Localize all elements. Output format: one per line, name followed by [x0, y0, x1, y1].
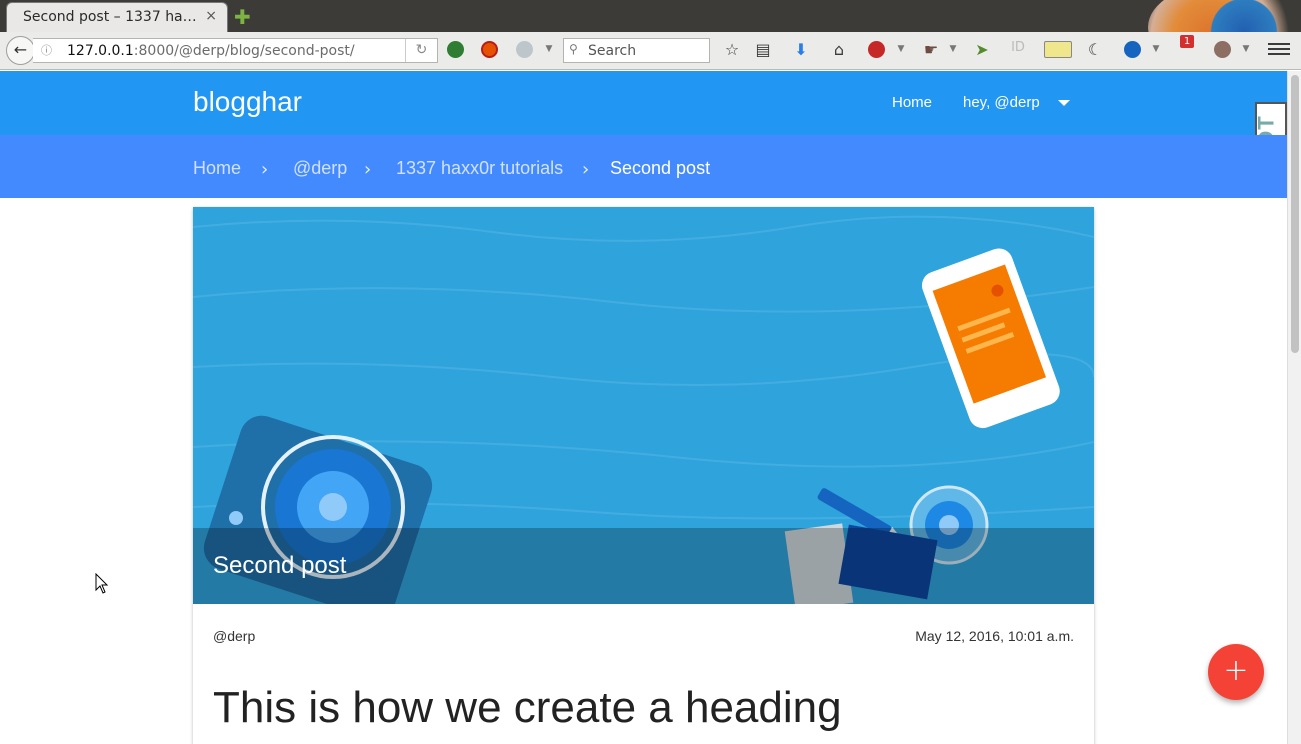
- extension-green-icon[interactable]: [447, 41, 464, 58]
- brand-logo[interactable]: blogghar: [193, 86, 302, 118]
- post-heading: This is how we create a heading: [213, 683, 842, 732]
- browser-toolbar: ← ⓘ 127.0.0.1:8000/@derp/blog/second-pos…: [0, 32, 1301, 70]
- browser-tab[interactable]: Second post – 1337 haxx0r tutorials ×: [6, 2, 228, 32]
- breadcrumb-blog[interactable]: 1337 haxx0r tutorials: [396, 158, 563, 179]
- url-text: 127.0.0.1:8000/@derp/blog/second-post/: [67, 43, 355, 59]
- add-post-button[interactable]: +: [1208, 644, 1264, 700]
- search-bar[interactable]: ⚲ Search: [563, 38, 710, 63]
- downloads-icon[interactable]: ⬇: [791, 40, 811, 59]
- page-scrollbar[interactable]: [1287, 71, 1301, 744]
- reading-list-icon[interactable]: ▤: [753, 40, 773, 59]
- caret-down-icon[interactable]: [1058, 100, 1070, 106]
- breadcrumb-user[interactable]: @derp: [293, 158, 347, 179]
- scrollbar-thumb[interactable]: [1291, 75, 1299, 353]
- browser-tab-bar: Second post – 1337 haxx0r tutorials × ✚: [0, 0, 1301, 32]
- breadcrumb: Home › @derp › 1337 haxx0r tutorials › S…: [0, 135, 1287, 198]
- plus-icon: +: [1223, 653, 1249, 688]
- extension-blue-icon[interactable]: [1124, 41, 1141, 58]
- tab-close-icon[interactable]: ×: [205, 8, 217, 24]
- breadcrumb-current: Second post: [610, 158, 711, 178]
- post-title: Second post: [213, 552, 347, 579]
- post-hero-image: Second post: [193, 207, 1094, 604]
- post-card: Second post @derp May 12, 2016, 10:01 a.…: [193, 207, 1094, 744]
- monkey-icon[interactable]: [1214, 41, 1231, 58]
- notification-badge[interactable]: 1: [1180, 35, 1194, 48]
- extension-blue-dropdown-icon[interactable]: ▼: [1146, 44, 1166, 54]
- extension-dropdown-icon[interactable]: ▼: [539, 44, 559, 54]
- reload-icon[interactable]: ↻: [405, 39, 437, 62]
- back-arrow-icon: ←: [13, 40, 28, 59]
- extension-hand-icon[interactable]: ☛: [921, 40, 941, 59]
- adblock-dropdown-icon[interactable]: ▼: [891, 44, 911, 54]
- chevron-right-icon: ›: [364, 159, 372, 180]
- breadcrumb-home[interactable]: Home: [193, 158, 241, 179]
- extension-block-icon[interactable]: [481, 41, 498, 58]
- chevron-right-icon: ›: [261, 159, 269, 180]
- chevron-right-icon: ›: [582, 159, 590, 180]
- url-bar[interactable]: ⓘ 127.0.0.1:8000/@derp/blog/second-post/…: [33, 38, 438, 63]
- nav-home-link[interactable]: Home: [892, 94, 932, 111]
- id-icon[interactable]: ID: [1008, 40, 1028, 55]
- new-tab-icon[interactable]: ✚: [234, 5, 251, 29]
- post-author[interactable]: @derp: [213, 628, 255, 644]
- info-icon[interactable]: ⓘ: [41, 42, 52, 58]
- user-menu[interactable]: hey, @derp: [963, 94, 1040, 111]
- search-icon: ⚲: [569, 42, 578, 56]
- home-icon[interactable]: ⌂: [829, 40, 849, 59]
- extension-hand-dropdown-icon[interactable]: ▼: [943, 44, 963, 54]
- extension-gray-icon[interactable]: [516, 41, 533, 58]
- post-date: May 12, 2016, 10:01 a.m.: [915, 628, 1074, 644]
- night-mode-icon[interactable]: ☾: [1085, 40, 1105, 59]
- bookmark-star-icon[interactable]: ☆: [722, 40, 742, 59]
- monkey-dropdown-icon[interactable]: ▼: [1236, 44, 1256, 54]
- page-viewport: blogghar Home hey, @derp DjDT Home › @de…: [0, 71, 1287, 744]
- hero-title-overlay: Second post: [193, 528, 1094, 604]
- firefox-logo-icon: [1148, 0, 1301, 32]
- search-placeholder: Search: [588, 43, 637, 59]
- app-header: blogghar Home hey, @derp: [0, 71, 1287, 135]
- cursor-tool-icon[interactable]: ➤: [972, 40, 992, 59]
- hamburger-menu-icon[interactable]: [1268, 40, 1290, 60]
- phone-illustration: [921, 248, 1060, 429]
- mouse-cursor-icon: [95, 573, 109, 594]
- screenshot-icon[interactable]: [1044, 41, 1072, 58]
- adblock-icon[interactable]: [868, 41, 885, 58]
- tab-title: Second post – 1337 haxx0r tutorials: [23, 9, 199, 25]
- back-button[interactable]: ←: [6, 36, 35, 65]
